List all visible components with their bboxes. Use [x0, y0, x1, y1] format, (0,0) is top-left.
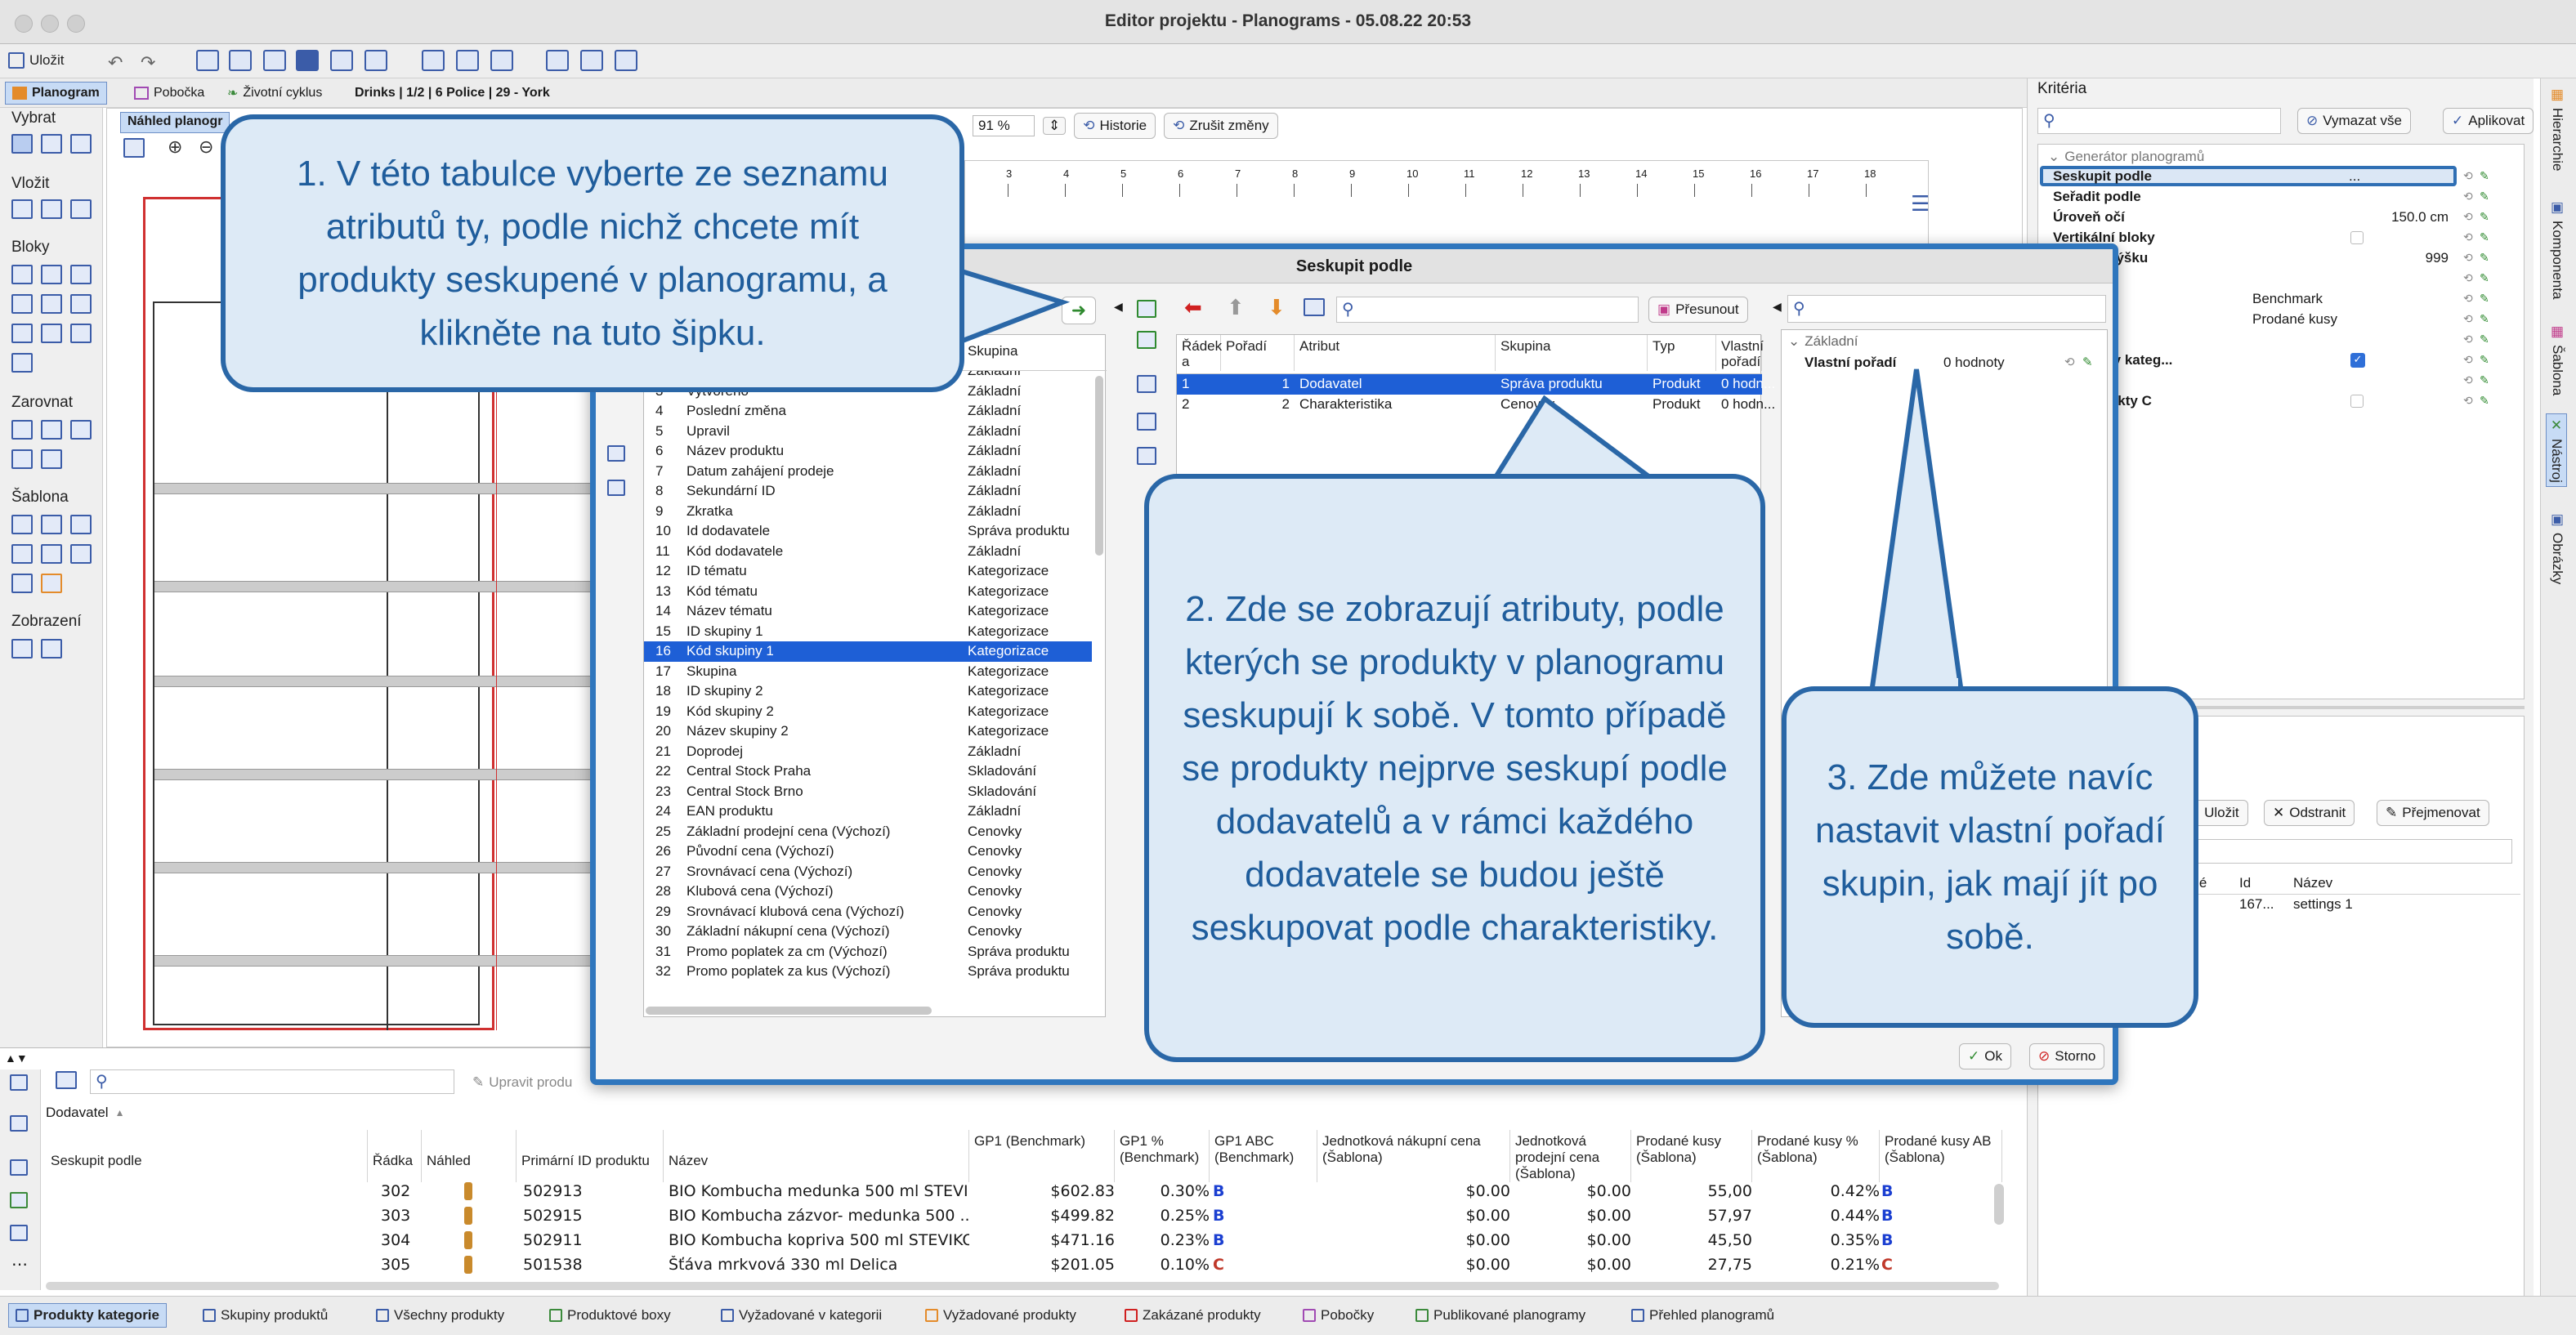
callout-2: 2. Zde se zobrazují atributy, podle kter…: [1144, 474, 1765, 1062]
callout-1-pointer: [954, 266, 1071, 347]
callout-2-text: 2. Zde se zobrazují atributy, podle kter…: [1182, 588, 1728, 948]
callout-3-pointer: [1868, 368, 1965, 695]
callout-3-text: 3. Zde můžete navíc nastavit vlastní poř…: [1814, 757, 2165, 957]
callout-1-text: 1. V této tabulce vyberte ze seznamu atr…: [297, 154, 888, 353]
callout-3: 3. Zde můžete navíc nastavit vlastní poř…: [1782, 686, 2198, 1028]
callout-1: 1. V této tabulce vyberte ze seznamu atr…: [221, 114, 964, 392]
